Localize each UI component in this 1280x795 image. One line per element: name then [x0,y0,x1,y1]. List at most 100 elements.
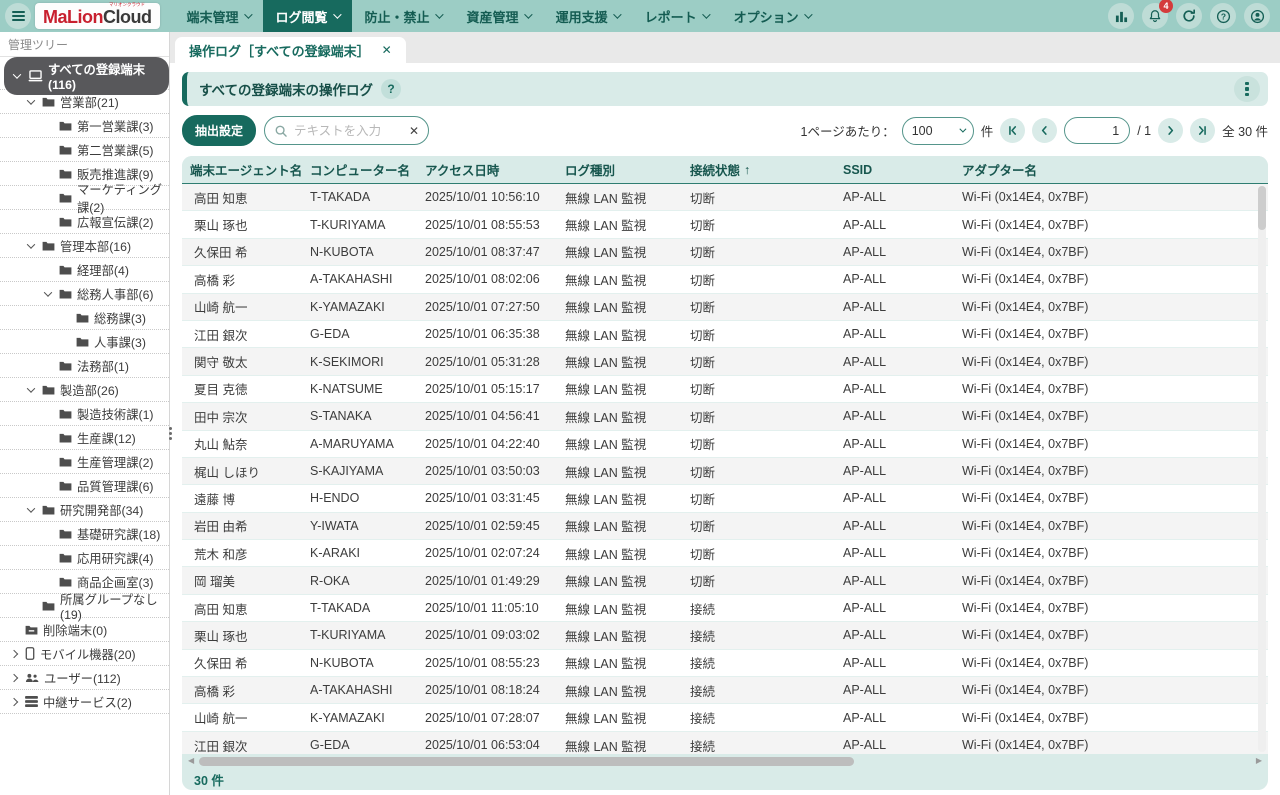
table-row[interactable]: 山崎 航一 K-YAMAZAKI 2025/10/01 07:28:07 無線 … [182,704,1268,731]
tree-item[interactable]: 製造部(26) [0,378,169,402]
search-clear-icon[interactable]: ✕ [409,124,419,138]
tree-item[interactable]: 法務部(1) [0,354,169,378]
tree-item-label: 第二営業課(5) [77,141,154,159]
tree-item[interactable]: 生産管理課(2) [0,450,169,474]
column-header[interactable]: アダプター名 [954,160,1268,179]
table-row[interactable]: 久保田 希 N-KUBOTA 2025/10/01 08:37:47 無線 LA… [182,239,1268,266]
table-row[interactable]: 栗山 琢也 T-KURIYAMA 2025/10/01 08:55:53 無線 … [182,211,1268,238]
table-row[interactable]: 栗山 琢也 T-KURIYAMA 2025/10/01 09:03:02 無線 … [182,622,1268,649]
cell-computer-name: K-YAMAZAKI [302,300,417,314]
vertical-scrollbar[interactable] [1258,186,1266,752]
table-row[interactable]: 夏目 克徳 K-NATSUME 2025/10/01 05:15:17 無線 L… [182,376,1268,403]
table-row[interactable]: 高橋 彩 A-TAKAHASHI 2025/10/01 08:18:24 無線 … [182,677,1268,704]
table-row[interactable]: 久保田 希 N-KUBOTA 2025/10/01 08:55:23 無線 LA… [182,650,1268,677]
chevron-down-icon [333,10,341,18]
first-page-button[interactable] [1000,118,1025,143]
hamburger-menu-icon[interactable] [5,3,31,29]
refresh-icon[interactable] [1176,3,1202,29]
kebab-menu-icon[interactable] [1234,76,1260,102]
table-row[interactable]: 荒木 和彦 K-ARAKI 2025/10/01 02:07:24 無線 LAN… [182,540,1268,567]
tree-item[interactable]: 所属グループなし(19) [0,594,169,618]
chart-icon[interactable] [1108,3,1134,29]
chevron-right-icon[interactable] [8,699,20,705]
table-row[interactable]: 江田 銀次 G-EDA 2025/10/01 06:35:38 無線 LAN 監… [182,321,1268,348]
nav-item[interactable]: 端末管理 [174,0,263,32]
nav-item[interactable]: 資産管理 [454,0,543,32]
tab-close-icon[interactable]: ✕ [382,43,392,57]
tree-item[interactable]: 人事課(3) [0,330,169,354]
search-input[interactable] [294,124,403,138]
next-page-button[interactable] [1158,118,1183,143]
table-row[interactable]: 田中 宗次 S-TANAKA 2025/10/01 04:56:41 無線 LA… [182,403,1268,430]
sidebar-resize-handle[interactable] [169,427,172,440]
scroll-right-icon[interactable]: ▶ [1256,757,1262,765]
nav-item[interactable]: 運用支援 [543,0,632,32]
chevron-down-icon[interactable] [25,387,37,393]
tree-item[interactable]: すべての登録端末(116) [0,62,169,90]
nav-item[interactable]: ログ閲覧 [263,0,352,32]
account-icon[interactable] [1244,3,1270,29]
cell-ssid: AP-ALL [835,327,954,341]
per-page-select[interactable]: 100 [902,117,974,145]
tree-item[interactable]: 応用研究課(4) [0,546,169,570]
vertical-scrollbar-thumb[interactable] [1258,186,1266,230]
table-row[interactable]: 高田 知恵 T-TAKADA 2025/10/01 10:56:10 無線 LA… [182,184,1268,211]
table-row[interactable]: 高田 知恵 T-TAKADA 2025/10/01 11:05:10 無線 LA… [182,595,1268,622]
table-row[interactable]: 遠藤 博 H-ENDO 2025/10/01 03:31:45 無線 LAN 監… [182,485,1268,512]
table-row[interactable]: 丸山 鮎奈 A-MARUYAMA 2025/10/01 04:22:40 無線 … [182,431,1268,458]
tree-item[interactable]: 経理部(4) [0,258,169,282]
help-icon[interactable]: ? [1210,3,1236,29]
table-row[interactable]: 江田 銀次 G-EDA 2025/10/01 06:53:04 無線 LAN 監… [182,732,1268,754]
chevron-down-icon[interactable] [42,291,54,297]
nav-item[interactable]: オプション [721,0,823,32]
nav-item[interactable]: 防止・禁止 [352,0,454,32]
extract-settings-button[interactable]: 抽出設定 [182,115,256,146]
nav-item[interactable]: レポート [632,0,721,32]
tree-item[interactable]: 広報宣伝課(2) [0,210,169,234]
tree-item[interactable]: 中継サービス(2) [0,690,169,714]
horizontal-scrollbar-thumb[interactable] [199,757,854,766]
column-header[interactable]: ログ種別 [557,160,682,179]
column-header[interactable]: 端末エージェント名 [182,160,302,179]
table-row[interactable]: 岩田 由希 Y-IWATA 2025/10/01 02:59:45 無線 LAN… [182,513,1268,540]
tree-item[interactable]: 第一営業課(3) [0,114,169,138]
column-header[interactable]: 接続状態 ↑ [682,160,835,179]
column-header[interactable]: コンピューター名 [302,160,417,179]
tree-item[interactable]: 総務課(3) [0,306,169,330]
tree-item[interactable]: マーケティング課(2) [0,186,169,210]
page-number-input[interactable] [1064,117,1130,144]
tree-item[interactable]: 品質管理課(6) [0,474,169,498]
tree-item[interactable]: ユーザー(112) [0,666,169,690]
cell-access-datetime: 2025/10/01 05:15:17 [417,382,557,396]
folder-icon [59,121,72,131]
tree-item[interactable]: 基礎研究課(18) [0,522,169,546]
column-header[interactable]: アクセス日時 [417,160,557,179]
table-row[interactable]: 山崎 航一 K-YAMAZAKI 2025/10/01 07:27:50 無線 … [182,294,1268,321]
chevron-right-icon[interactable] [8,651,20,657]
app: MaLion マリオンクラウド Cloud 端末管理 ログ閲覧 防止・禁止 [0,0,1280,795]
chevron-down-icon[interactable] [25,507,37,513]
tree-item[interactable]: 研究開発部(34) [0,498,169,522]
horizontal-scrollbar[interactable]: ◀ ▶ [182,754,1268,768]
chevron-down-icon[interactable] [11,73,23,79]
tree-item[interactable]: 第二営業課(5) [0,138,169,162]
tab-operation-log[interactable]: 操作ログ［すべての登録端末］ ✕ [175,37,406,63]
chevron-right-icon[interactable] [8,675,20,681]
chevron-down-icon[interactable] [25,243,37,249]
panel-help-icon[interactable]: ? [381,79,401,99]
tree-item[interactable]: 総務人事部(6) [0,282,169,306]
chevron-down-icon[interactable] [25,99,37,105]
tree-item[interactable]: 製造技術課(1) [0,402,169,426]
last-page-button[interactable] [1190,118,1215,143]
prev-page-button[interactable] [1032,118,1057,143]
tree-item[interactable]: 管理本部(16) [0,234,169,258]
tree-item[interactable]: モバイル機器(20) [0,642,169,666]
cell-access-datetime: 2025/10/01 02:59:45 [417,519,557,533]
tree-item[interactable]: 生産課(12) [0,426,169,450]
table-row[interactable]: 梶山 しほり S-KAJIYAMA 2025/10/01 03:50:03 無線… [182,458,1268,485]
table-row[interactable]: 高橋 彩 A-TAKAHASHI 2025/10/01 08:02:06 無線 … [182,266,1268,293]
scroll-left-icon[interactable]: ◀ [188,757,194,765]
column-header[interactable]: SSID [835,163,954,177]
table-row[interactable]: 岡 瑠美 R-OKA 2025/10/01 01:49:29 無線 LAN 監視… [182,567,1268,594]
table-row[interactable]: 関守 敬太 K-SEKIMORI 2025/10/01 05:31:28 無線 … [182,348,1268,375]
